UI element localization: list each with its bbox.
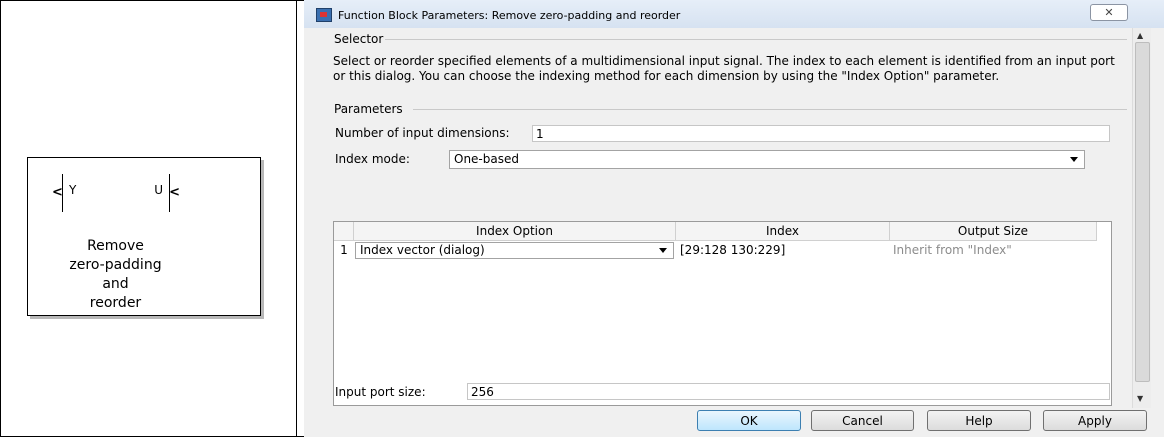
index-mode-value: One-based [454,152,519,166]
index-option-value: Index vector (dialog) [360,243,485,257]
model-panel: < Y U < Remove zero-padding and reorder [0,0,297,437]
parameters-divider [413,109,1127,110]
selector-block[interactable]: < Y U < Remove zero-padding and reorder [27,157,261,316]
chevron-down-icon [1070,157,1078,162]
apply-button[interactable]: Apply [1043,410,1147,431]
scrollbar-thumb[interactable] [1135,42,1150,382]
scroll-down-icon[interactable]: ▼ [1137,394,1143,403]
index-option-dropdown[interactable]: Index vector (dialog) [355,242,674,259]
block-name-line: and [102,276,129,292]
parameters-title: Parameters [334,102,403,116]
dialog-content: Selector Select or reorder specified ele… [325,28,1127,408]
ok-button[interactable]: OK [697,410,801,431]
vertical-scrollbar[interactable]: ▲ ▼ [1132,28,1151,408]
index-mode-dropdown[interactable]: One-based [449,150,1085,169]
scroll-up-icon[interactable]: ▲ [1137,31,1143,40]
input-port-size-label: Input port size: [335,385,426,399]
column-header-index-option: Index Option [354,222,676,241]
block-description: Select or reorder specified elements of … [333,54,1115,83]
close-button[interactable]: ✕ [1090,4,1128,21]
row-number-header [334,222,354,241]
index-mode-label: Index mode: [335,152,410,166]
block-name: Remove zero-padding and reorder [48,237,183,313]
dialog-title: Function Block Parameters: Remove zero-p… [338,9,681,22]
port-label-u: U [154,183,163,197]
output-port-arrow-icon: < [52,185,63,200]
block-name-line: reorder [89,295,142,311]
cancel-button[interactable]: Cancel [811,410,914,431]
chevron-down-icon [659,248,667,253]
num-dims-field[interactable]: 1 [532,125,1110,142]
input-port-arrow-icon: < [169,185,180,200]
block-icon-area: < Y U < [52,174,180,212]
input-port-size-field[interactable]: 256 [467,383,1110,400]
index-table: Index Option Index Output Size 1 Index v… [333,221,1112,406]
output-size-cell: Inherit from "Index" [893,243,1012,257]
simulink-app-icon [316,8,332,22]
title-bar[interactable]: Function Block Parameters: Remove zero-p… [304,0,1164,28]
block-name-line: zero-padding [69,257,162,273]
column-header-output-size: Output Size [890,222,1097,241]
block-parameters-dialog: Function Block Parameters: Remove zero-p… [304,0,1164,437]
column-header-index: Index [676,222,890,241]
index-cell[interactable]: [29:128 130:229] [680,241,888,260]
section-divider [385,39,1127,40]
row-number: 1 [340,243,348,257]
num-dims-label: Number of input dimensions: [335,126,510,140]
block-name-line: Remove [87,238,144,254]
section-title: Selector [334,32,384,46]
help-button[interactable]: Help [927,410,1031,431]
port-label-y: Y [69,183,77,197]
